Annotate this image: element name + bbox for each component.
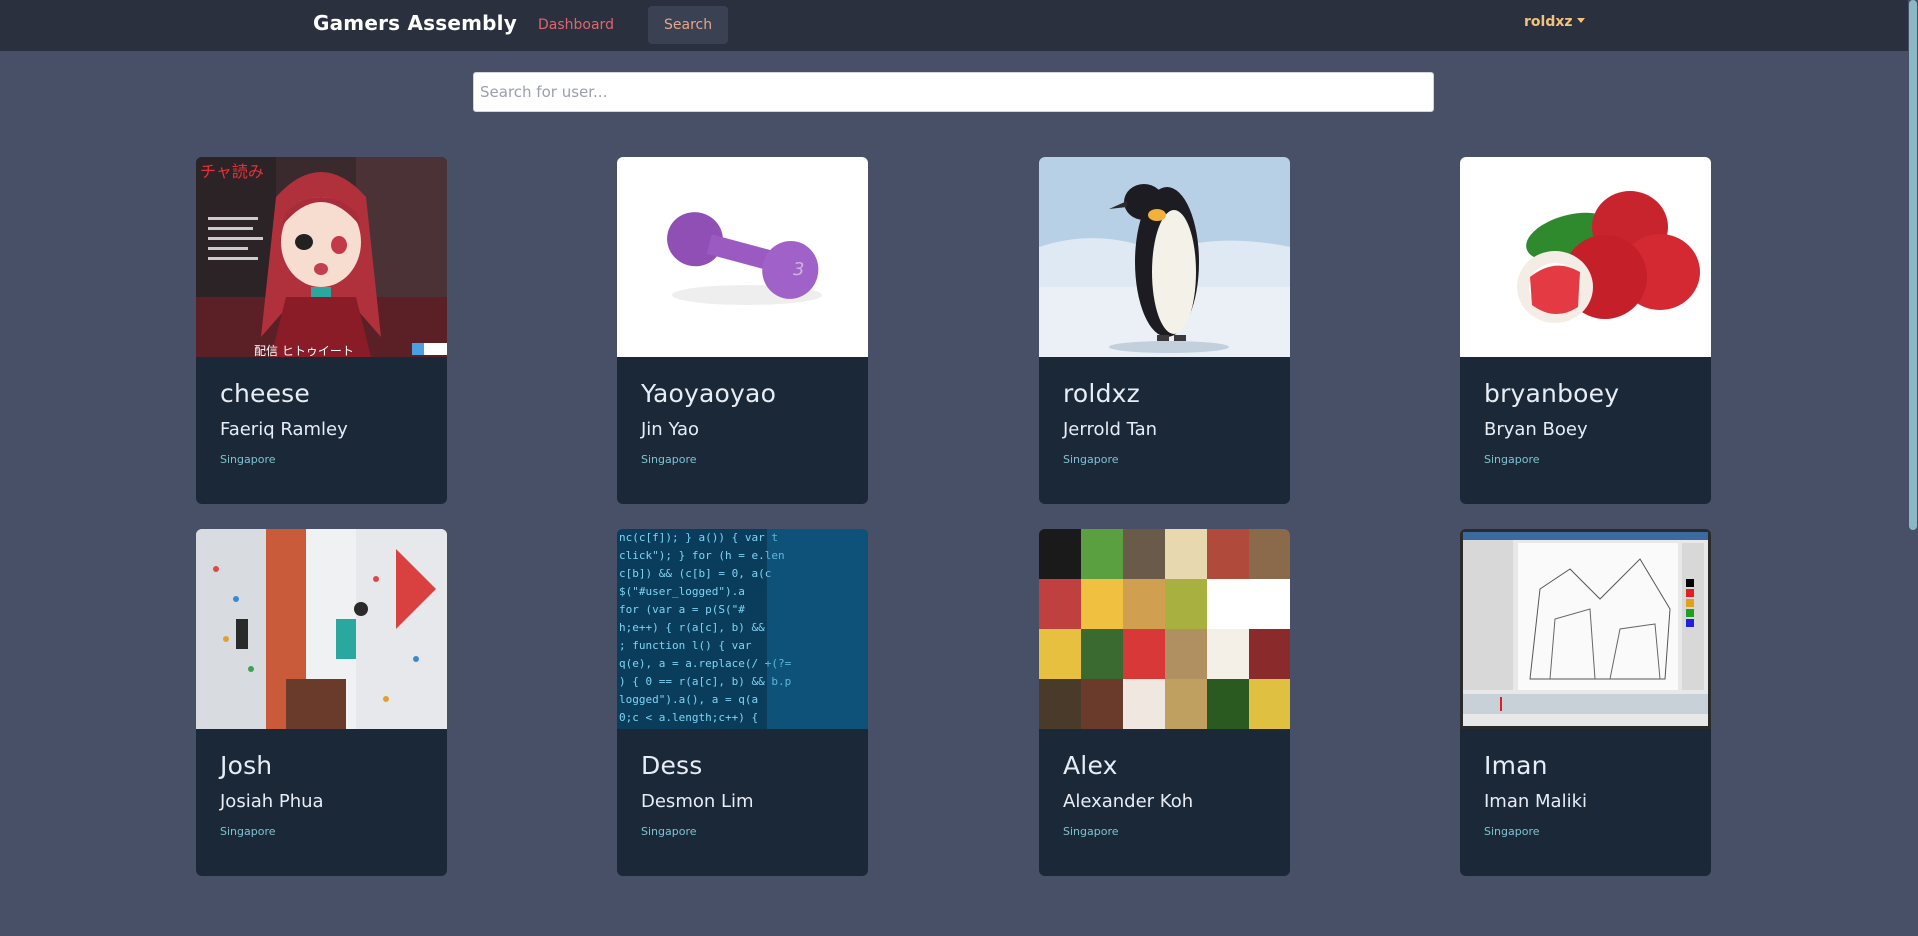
- svg-text:click"); } for (h = e.len: click"); } for (h = e.len: [619, 549, 785, 562]
- svg-text:; function l() { var: ; function l() { var: [619, 639, 752, 652]
- card-fullname: Bryan Boey: [1484, 419, 1588, 440]
- card-fullname: Faeriq Ramley: [220, 419, 348, 440]
- user-card[interactable]: nc(c[f]); } a()) { var t click"); } for …: [617, 529, 868, 876]
- card-fullname: Iman Maliki: [1484, 791, 1587, 812]
- nav-dashboard-link[interactable]: Dashboard: [522, 6, 630, 44]
- user-avatar-image: [1460, 157, 1711, 357]
- user-card[interactable]: 3 Yaoyaoyao Jin Yao Singapore: [617, 157, 868, 504]
- svg-text:logged").a(), a = q(a: logged").a(), a = q(a: [619, 693, 758, 706]
- user-card[interactable]: チャ読み 配信 ヒトゥイート cheese Faeriq Ramley Sing…: [196, 157, 447, 504]
- card-username: Yaoyaoyao: [641, 379, 777, 408]
- card-username: Iman: [1484, 751, 1548, 780]
- card-location: Singapore: [1484, 825, 1540, 838]
- user-menu-dropdown[interactable]: roldxz: [1524, 14, 1585, 30]
- card-location: Singapore: [220, 825, 276, 838]
- svg-text:nc(c[f]); } a()) { var t: nc(c[f]); } a()) { var t: [619, 531, 778, 544]
- svg-text:配信 ヒトゥイート: 配信 ヒトゥイート: [254, 344, 354, 357]
- user-avatar-image: [1039, 157, 1290, 357]
- card-location: Singapore: [641, 825, 697, 838]
- card-fullname: Jerrold Tan: [1063, 419, 1158, 440]
- user-menu-label: roldxz: [1524, 14, 1573, 30]
- card-fullname: Jin Yao: [641, 419, 699, 440]
- user-card[interactable]: Josh Josiah Phua Singapore: [196, 529, 447, 876]
- svg-text:$("#user_logged").a: $("#user_logged").a: [619, 585, 745, 598]
- scrollbar-thumb[interactable]: [1909, 0, 1917, 530]
- card-fullname: Alexander Koh: [1063, 791, 1194, 812]
- card-username: cheese: [220, 379, 310, 408]
- user-avatar-image: nc(c[f]); } a()) { var t click"); } for …: [617, 529, 868, 729]
- user-card[interactable]: roldxz Jerrold Tan Singapore: [1039, 157, 1290, 504]
- user-card[interactable]: Iman Iman Maliki Singapore: [1460, 529, 1711, 876]
- user-search-input[interactable]: [473, 72, 1434, 112]
- user-avatar-image: 3: [617, 157, 868, 357]
- user-avatar-image: [196, 529, 447, 729]
- caret-down-icon: [1576, 18, 1585, 23]
- card-location: Singapore: [641, 453, 697, 466]
- svg-text:c[b]) && (c[b] = 0, a(c: c[b]) && (c[b] = 0, a(c: [619, 567, 771, 580]
- svg-text:3: 3: [793, 259, 804, 280]
- card-location: Singapore: [220, 453, 276, 466]
- svg-text:) { 0 == r(a[c], b) && b.p: ) { 0 == r(a[c], b) && b.p: [619, 675, 791, 688]
- navbar: Gamers Assembly Dashboard Search roldxz: [0, 0, 1918, 51]
- card-username: roldxz: [1063, 379, 1140, 408]
- card-location: Singapore: [1063, 453, 1119, 466]
- card-username: Alex: [1063, 751, 1118, 780]
- svg-text:for (var a = p(S("#: for (var a = p(S("#: [619, 603, 745, 616]
- svg-text:h;e++) { r(a[c], b) &&: h;e++) { r(a[c], b) &&: [619, 621, 765, 634]
- svg-text:q(e), a = a.replace(/ +(?=: q(e), a = a.replace(/ +(?=: [619, 657, 792, 670]
- svg-text:0;c < a.length;c++) {: 0;c < a.length;c++) {: [619, 711, 758, 724]
- card-fullname: Josiah Phua: [220, 791, 324, 812]
- card-username: Dess: [641, 751, 703, 780]
- user-avatar-image: チャ読み 配信 ヒトゥイート: [196, 157, 447, 357]
- card-location: Singapore: [1063, 825, 1119, 838]
- card-username: bryanboey: [1484, 379, 1620, 408]
- nav-search-link[interactable]: Search: [648, 6, 729, 44]
- user-avatar-image: [1460, 529, 1711, 729]
- card-fullname: Desmon Lim: [641, 791, 754, 812]
- user-card[interactable]: bryanboey Bryan Boey Singapore: [1460, 157, 1711, 504]
- brand-logo[interactable]: Gamers Assembly: [313, 11, 517, 35]
- svg-text:チャ読み: チャ読み: [200, 162, 264, 181]
- card-username: Josh: [220, 751, 273, 780]
- user-card[interactable]: Alex Alexander Koh Singapore: [1039, 529, 1290, 876]
- user-avatar-image: [1039, 529, 1290, 729]
- card-location: Singapore: [1484, 453, 1540, 466]
